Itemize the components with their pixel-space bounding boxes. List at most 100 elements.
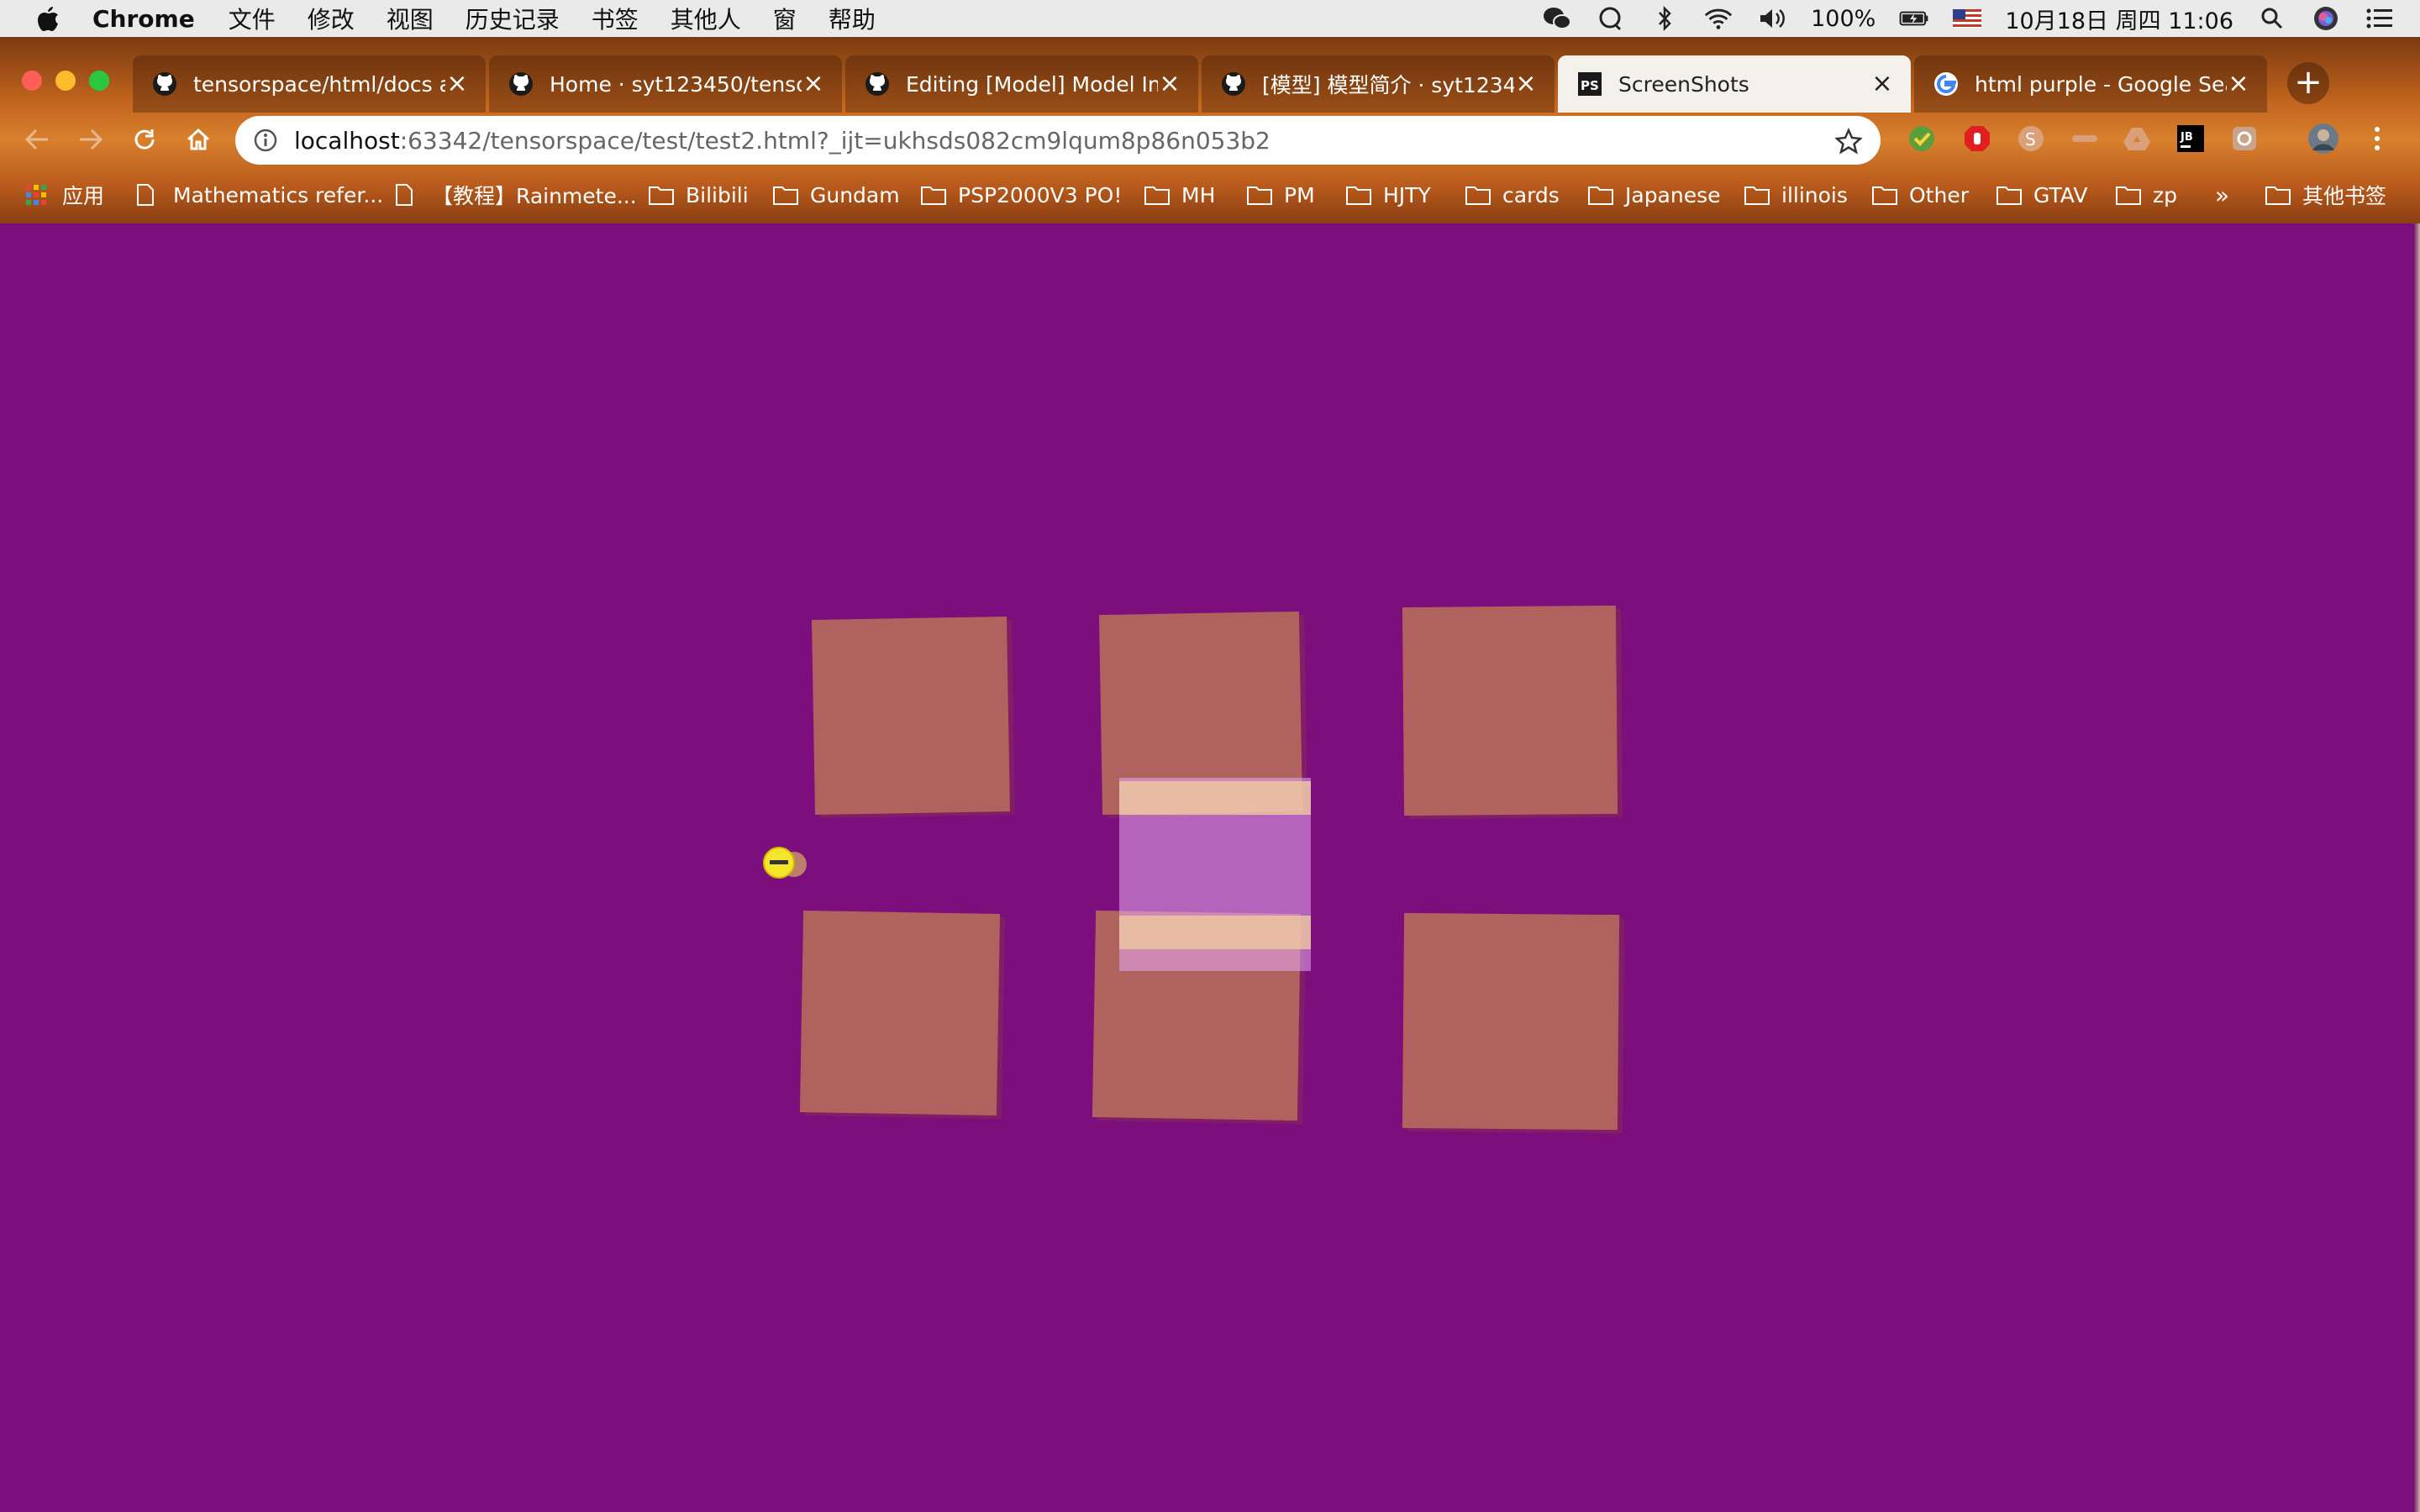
browser-toolbar: localhost:63342/tensorspace/test/test2.h… <box>0 113 2420 166</box>
folder-icon <box>1247 184 1272 206</box>
menu-window[interactable]: 窗 <box>773 2 797 35</box>
battery-icon[interactable] <box>1899 5 1929 32</box>
notification-center-icon[interactable] <box>2365 5 2395 32</box>
fullscreen-window-button[interactable] <box>89 71 109 91</box>
extension-dimmed-icon[interactable] <box>2069 123 2101 155</box>
volume-icon[interactable] <box>1757 5 1787 32</box>
svg-text:JB: JB <box>2180 131 2193 144</box>
bookmark-apps[interactable]: 应用 <box>25 178 104 212</box>
tab-4[interactable]: [模型] 模型简介 · syt1234 × <box>1202 55 1555 113</box>
bookmark-folder-other-bookmarks[interactable]: 其他书签 <box>2265 178 2386 212</box>
menu-view[interactable]: 视图 <box>387 2 434 35</box>
clock[interactable]: 10月18日 周四 11:06 <box>2005 3 2233 35</box>
tab-title: [模型] 模型简介 · syt1234 <box>1262 73 1514 97</box>
tab-close-icon[interactable]: × <box>2227 71 2250 97</box>
bookmark-label: illinois <box>1781 182 1848 207</box>
site-info-icon[interactable] <box>254 129 277 152</box>
svg-text:S: S <box>2025 129 2036 150</box>
google-drive-icon[interactable] <box>2121 123 2153 155</box>
tab-close-icon[interactable]: × <box>1158 71 1181 97</box>
bookmark-folder-gtav[interactable]: GTAV <box>1996 178 2087 212</box>
tab-6[interactable]: html purple - Google Sear × <box>1914 55 2267 113</box>
close-window-button[interactable] <box>22 71 42 91</box>
tab-close-icon[interactable]: × <box>802 71 825 97</box>
wifi-icon[interactable] <box>1703 5 1733 32</box>
extension-circle-icon[interactable] <box>2228 123 2260 155</box>
folder-icon <box>649 184 674 206</box>
extension-check-icon[interactable] <box>1906 123 1938 155</box>
apple-icon[interactable] <box>34 4 62 33</box>
bookmark-folder-zp[interactable]: zp <box>2116 178 2177 212</box>
forward-arrow-icon[interactable] <box>72 121 109 158</box>
page-icon <box>395 184 420 206</box>
bookmark-folder-mh[interactable]: MH <box>1144 178 1215 212</box>
tab-close-icon[interactable]: × <box>1514 71 1538 97</box>
qq-icon[interactable] <box>1596 5 1626 32</box>
menu-edit[interactable]: 修改 <box>308 2 355 35</box>
tab-close-icon[interactable]: × <box>445 71 469 97</box>
tab-3[interactable]: Editing [Model] Model Intr × <box>845 55 1198 113</box>
bookmark-label: cards <box>1502 182 1560 207</box>
profile-avatar[interactable] <box>2307 123 2339 155</box>
bookmark-label: MH <box>1181 182 1216 207</box>
menu-help[interactable]: 帮助 <box>829 2 876 35</box>
github-icon <box>508 71 534 97</box>
menu-people[interactable]: 其他人 <box>671 2 741 35</box>
tab-2[interactable]: Home · syt123450/tensor × <box>489 55 842 113</box>
bookmark-folder-japanese[interactable]: Japanese <box>1588 178 1721 212</box>
bookmarks-overflow-chevron-icon[interactable]: » <box>2215 178 2229 212</box>
bookmark-label: Gundam <box>810 182 900 207</box>
bookmark-star-icon[interactable] <box>1833 127 1864 155</box>
menu-history[interactable]: 历史记录 <box>466 2 560 35</box>
page-icon <box>136 184 161 206</box>
bookmark-label: GTAV <box>2033 182 2088 207</box>
extension-adblock-icon[interactable] <box>1961 123 1993 155</box>
new-tab-button[interactable]: + <box>2287 62 2329 104</box>
feature-map-tile <box>811 616 1011 816</box>
url-host: localhost <box>294 126 400 155</box>
bookmark-folder-pm[interactable]: PM <box>1247 178 1315 212</box>
us-flag-icon[interactable] <box>1953 9 1982 28</box>
overlay-band-bottom <box>1119 916 1311 949</box>
github-icon <box>151 71 178 97</box>
battery-percent: 100% <box>1811 5 1876 32</box>
tab-close-icon[interactable]: × <box>1870 71 1894 97</box>
jetbrains-icon[interactable]: JB <box>2175 123 2207 155</box>
home-icon[interactable] <box>180 121 217 158</box>
bookmark-folder-hjty[interactable]: HJTY <box>1346 178 1431 212</box>
folder-icon <box>1346 184 1371 206</box>
bookmark-folder-bilibili[interactable]: Bilibili <box>649 178 749 212</box>
bookmark-mathematics[interactable]: Mathematics refer... <box>136 178 383 212</box>
folder-icon <box>2265 184 2291 206</box>
reload-icon[interactable] <box>126 121 163 158</box>
bookmark-folder-gundam[interactable]: Gundam <box>773 178 900 212</box>
extension-skype-icon[interactable]: S <box>2015 123 2047 155</box>
tab-5-active[interactable]: PS ScreenShots × <box>1558 55 1911 113</box>
spotlight-icon[interactable] <box>2257 5 2287 32</box>
tab-1[interactable]: tensorspace/html/docs at × <box>133 55 486 113</box>
chrome-menu-icon[interactable] <box>2361 123 2393 155</box>
bookmark-label: zp <box>2153 182 2177 207</box>
feature-map-tile <box>1402 605 1618 816</box>
menu-bookmarks[interactable]: 书签 <box>592 2 639 35</box>
page-canvas[interactable] <box>0 223 2413 1512</box>
bookmark-folder-psp[interactable]: PSP2000V3 PO! <box>921 178 1122 212</box>
wechat-icon[interactable] <box>1542 5 1572 32</box>
bookmark-label: Bilibili <box>686 182 749 207</box>
menu-file[interactable]: 文件 <box>229 2 276 35</box>
bookmark-rainmeter[interactable]: 【教程】Rainmete... <box>395 178 637 212</box>
tab-title: ScreenShots <box>1618 71 1749 97</box>
bookmark-folder-other[interactable]: Other <box>1872 178 1969 212</box>
siri-icon[interactable] <box>2311 5 2341 32</box>
browser-chrome: tensorspace/html/docs at × Home · syt123… <box>0 37 2420 223</box>
app-menu-chrome[interactable]: Chrome <box>92 5 195 33</box>
folder-icon <box>1872 184 1897 206</box>
bluetooth-icon[interactable] <box>1649 5 1680 32</box>
address-bar[interactable]: localhost:63342/tensorspace/test/test2.h… <box>235 116 1881 165</box>
back-arrow-icon[interactable] <box>18 121 55 158</box>
bookmark-folder-illinois[interactable]: illinois <box>1744 178 1848 212</box>
bookmarks-bar: 应用 Mathematics refer... 【教程】Rainmete... … <box>0 171 2420 218</box>
highlight-overlay-plane <box>1119 778 1311 971</box>
minimize-window-button[interactable] <box>55 71 76 91</box>
bookmark-folder-cards[interactable]: cards <box>1465 178 1560 212</box>
